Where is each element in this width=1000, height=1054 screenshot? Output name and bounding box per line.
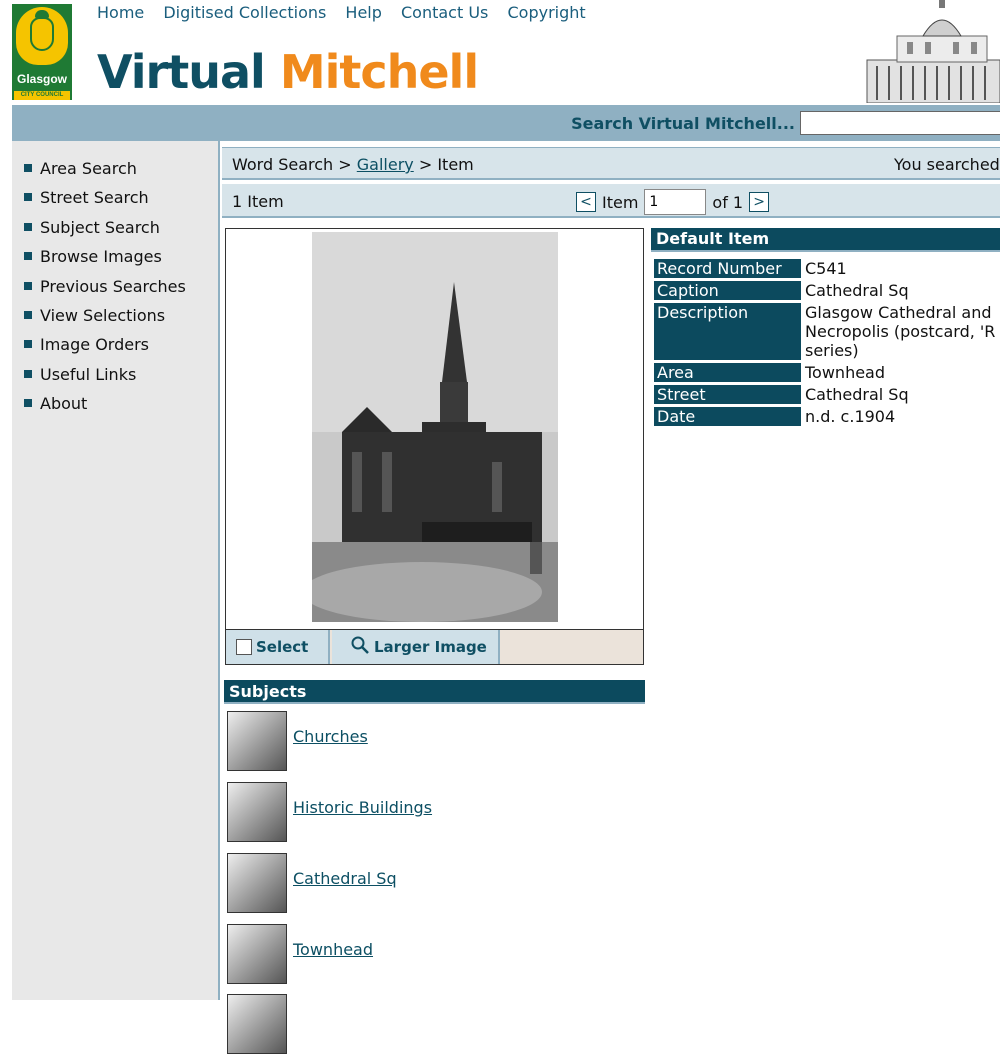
bullet-icon — [24, 164, 32, 172]
sidebar-item-area-search[interactable]: Area Search — [24, 157, 218, 186]
item-pager: 1 Item < Item of 1 > — [222, 184, 1000, 218]
sidebar-item-browse-images[interactable]: Browse Images — [24, 245, 218, 274]
bullet-icon — [24, 222, 32, 231]
item-label: Item — [602, 192, 639, 212]
subject-link-cathedral-sq[interactable]: Cathedral Sq — [293, 869, 397, 888]
item-total: of 1 — [712, 192, 744, 212]
sidebar-item-about[interactable]: About — [24, 392, 218, 421]
bullet-icon — [24, 310, 32, 319]
detail-row-area: Area Townhead — [654, 363, 1000, 382]
breadcrumb-word-search: Word Search — [232, 155, 334, 174]
nav-copyright-link[interactable]: Copyright — [507, 3, 585, 22]
bullet-icon — [24, 193, 32, 202]
subject-link-townhead[interactable]: Townhead — [293, 940, 373, 959]
breadcrumb: Word Search > Gallery > Item You searche… — [222, 147, 1000, 180]
subjects-heading: Subjects — [224, 680, 645, 704]
site-title: Virtual Mitchell — [97, 42, 479, 102]
record-details-table: Record Number C541 Caption Cathedral Sq De… — [654, 256, 1000, 429]
details-heading: Default Item — [651, 228, 1000, 252]
nav-contact-link[interactable]: Contact Us — [401, 3, 488, 22]
detail-row-street: Street Cathedral Sq — [654, 385, 1000, 404]
search-label: Search Virtual Mitchell... — [571, 114, 795, 133]
nav-home-link[interactable]: Home — [97, 3, 144, 22]
subject-item — [227, 994, 607, 1054]
subject-link-churches[interactable]: Churches — [293, 727, 368, 746]
detail-row-caption: Caption Cathedral Sq — [654, 281, 1000, 300]
sidebar-item-useful-links[interactable]: Useful Links — [24, 363, 218, 392]
select-checkbox[interactable] — [236, 639, 252, 655]
top-navigation: Home Digitised Collections Help Contact … — [97, 3, 600, 22]
search-input[interactable] — [800, 111, 1000, 135]
sidebar-item-previous-searches[interactable]: Previous Searches — [24, 275, 218, 304]
search-bar: Search Virtual Mitchell... — [12, 105, 1000, 141]
bullet-icon — [24, 369, 32, 378]
next-item-button[interactable]: > — [749, 192, 770, 212]
site-title-virtual: Virtual — [97, 45, 266, 99]
subject-item: Cathedral Sq — [227, 853, 607, 913]
sidebar-item-subject-search[interactable]: Subject Search — [24, 216, 218, 245]
logo-text-glasgow: Glasgow — [16, 72, 67, 86]
subject-thumbnail[interactable] — [227, 711, 287, 771]
item-number-input[interactable] — [644, 189, 707, 215]
breadcrumb-gallery-link[interactable]: Gallery — [357, 155, 414, 174]
glasgow-cathedral-photo[interactable] — [312, 232, 558, 622]
subject-thumbnail[interactable] — [227, 782, 287, 842]
search-summary-text: You searched — [894, 155, 1000, 174]
detail-row-date: Date n.d. c.1904 — [654, 407, 1000, 426]
larger-image-button[interactable]: Larger Image — [332, 630, 500, 664]
nav-help-link[interactable]: Help — [345, 3, 381, 22]
image-action-bar: Select Larger Image — [225, 630, 644, 665]
logo-text-city-council: CITY COUNCIL — [14, 91, 70, 100]
glasgow-city-council-logo[interactable]: Glasgow CITY COUNCIL — [12, 4, 72, 100]
sidebar-item-street-search[interactable]: Street Search — [24, 186, 218, 215]
image-panel — [225, 228, 644, 630]
bullet-icon — [24, 252, 32, 261]
subject-link-historic-buildings[interactable]: Historic Buildings — [293, 798, 432, 817]
bullet-icon — [24, 399, 32, 408]
sidebar: Area Search Street Search Subject Search… — [12, 141, 220, 1000]
magnifier-icon — [350, 635, 370, 659]
detail-row-description: Description Glasgow Cathedral and Necropo… — [654, 303, 1000, 360]
subject-item: Historic Buildings — [227, 782, 607, 842]
subject-thumbnail[interactable] — [227, 853, 287, 913]
bullet-icon — [24, 340, 32, 349]
subject-item: Townhead — [227, 924, 607, 984]
nav-digitised-collections-link[interactable]: Digitised Collections — [163, 3, 326, 22]
subject-item: Churches — [227, 711, 607, 771]
detail-row-record-number: Record Number C541 — [654, 259, 1000, 278]
coat-of-arms-icon — [16, 7, 68, 65]
breadcrumb-item: Item — [437, 155, 474, 174]
subject-thumbnail[interactable] — [227, 924, 287, 984]
result-count: 1 Item — [232, 192, 284, 211]
mitchell-library-building-image — [727, 0, 1000, 103]
site-title-mitchell: Mitchell — [279, 45, 479, 99]
previous-item-button[interactable]: < — [576, 192, 596, 212]
subject-thumbnail[interactable] — [227, 994, 287, 1054]
sidebar-item-view-selections[interactable]: View Selections — [24, 304, 218, 333]
select-button[interactable]: Select — [226, 630, 330, 664]
sidebar-item-image-orders[interactable]: Image Orders — [24, 333, 218, 362]
bullet-icon — [24, 281, 32, 290]
